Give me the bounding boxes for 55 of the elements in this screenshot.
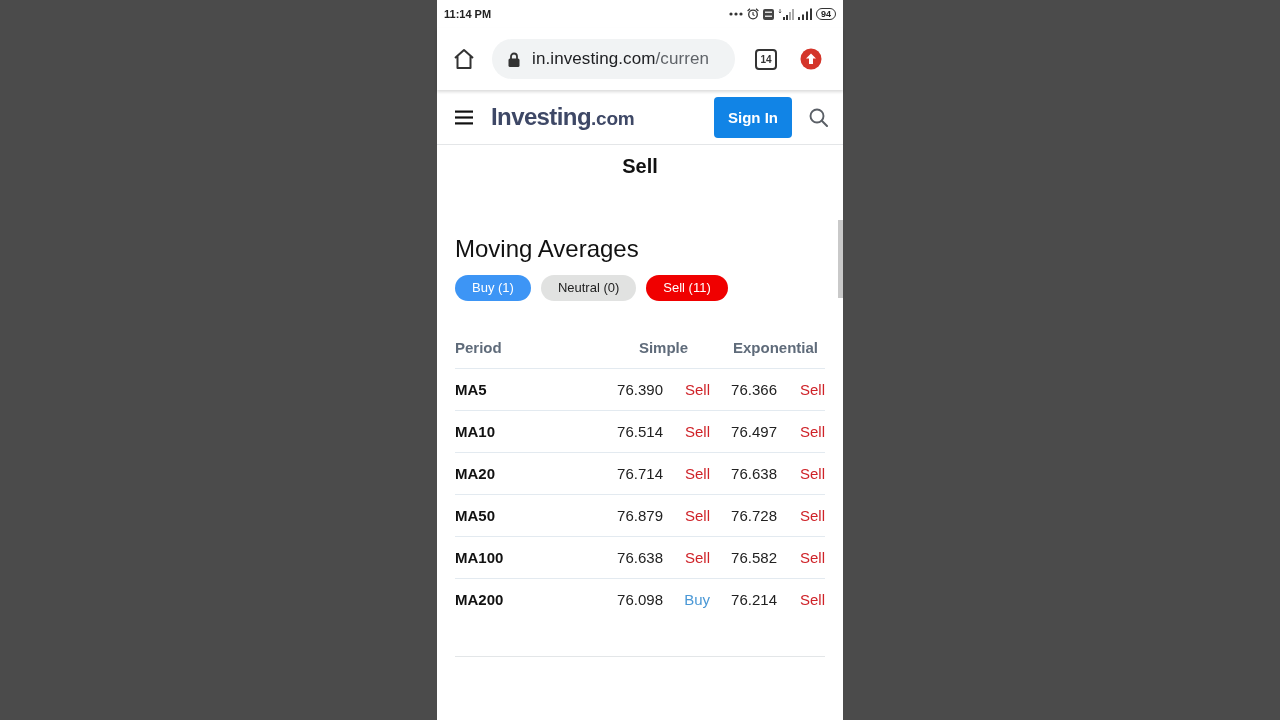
signal-cell: Sell: [685, 381, 710, 398]
period-cell: MA100: [455, 549, 504, 566]
value-cell: 76.390: [617, 381, 663, 398]
signal-cell: Sell: [685, 465, 710, 482]
value-cell: 76.582: [731, 549, 777, 566]
signal-bars-icon: [798, 8, 812, 20]
signal-cell: Sell: [800, 507, 825, 524]
section-title: Moving Averages: [455, 234, 640, 264]
period-cell: MA5: [455, 381, 487, 398]
signal-cell: Sell: [685, 507, 710, 524]
network-badge-icon: [763, 8, 774, 20]
count-pill: Sell (11): [646, 275, 728, 301]
period-cell: MA20: [455, 465, 495, 482]
column-header: Simple: [637, 339, 689, 356]
signal-cell: Sell: [800, 465, 825, 482]
value-cell: 76.714: [617, 465, 663, 482]
lock-icon: [508, 51, 520, 67]
value-cell: 76.514: [617, 423, 663, 440]
value-cell: 76.728: [731, 507, 777, 524]
tab-count-button[interactable]: 14: [755, 48, 777, 70]
value-cell: 76.638: [617, 549, 663, 566]
scrollbar-thumb[interactable]: [838, 220, 843, 298]
up-arrow-circle-icon[interactable]: [800, 48, 822, 70]
dots-icon: [729, 12, 743, 16]
signal-cell: Buy: [684, 591, 710, 608]
site-logo[interactable]: Investing.com: [491, 103, 635, 131]
status-time: 11:14 PM: [444, 8, 492, 20]
address-bar[interactable]: in.investing.com/curren: [492, 39, 735, 79]
period-cell: MA10: [455, 423, 495, 440]
signal-cell: Sell: [685, 549, 710, 566]
value-cell: 76.214: [731, 591, 777, 608]
signal-cell: Sell: [800, 381, 825, 398]
period-cell: MA200: [455, 591, 504, 608]
signal-cell: Sell: [800, 549, 825, 566]
url-text: in.investing.com/curren: [532, 49, 710, 69]
value-cell: 76.879: [617, 507, 663, 524]
period-cell: MA50: [455, 507, 495, 524]
value-cell: 76.497: [731, 423, 777, 440]
menu-icon[interactable]: [455, 109, 473, 125]
value-cell: 76.638: [731, 465, 777, 482]
summary-signal: Sell: [622, 154, 658, 178]
value-cell: 76.098: [617, 591, 663, 608]
home-icon[interactable]: [453, 48, 475, 70]
count-pill: Buy (1): [455, 275, 531, 301]
search-icon[interactable]: [809, 107, 828, 127]
column-header: Exponential: [733, 339, 819, 356]
signal-cell: Sell: [685, 423, 710, 440]
signal-cell: Sell: [800, 423, 825, 440]
alarm-clock-icon: [747, 8, 759, 20]
mobile-data-signal-icon: [778, 8, 794, 20]
sign-in-button[interactable]: Sign In: [714, 96, 792, 138]
count-pill: Neutral (0): [540, 275, 637, 301]
signal-cell: Sell: [800, 591, 825, 608]
column-header: Period: [455, 339, 502, 356]
value-cell: 76.366: [731, 381, 777, 398]
